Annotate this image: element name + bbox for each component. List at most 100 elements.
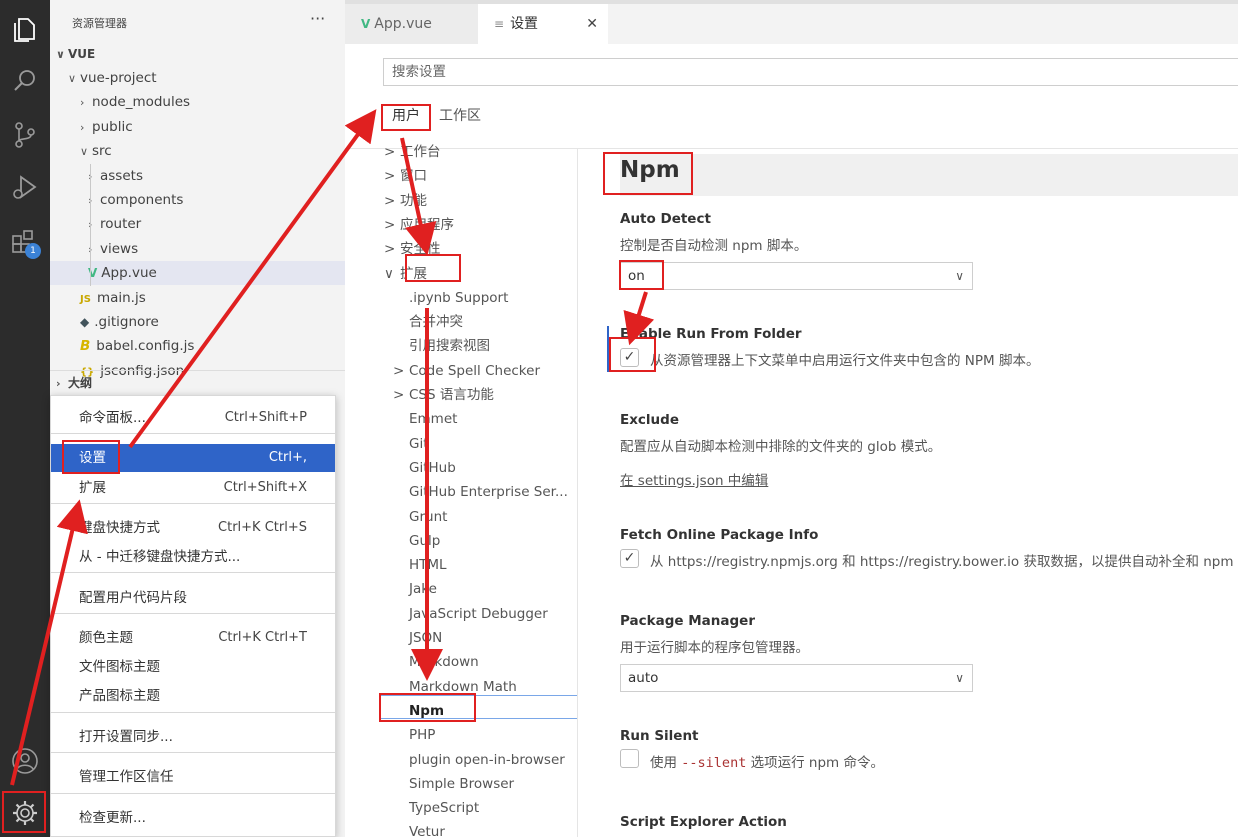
tree-item[interactable]: › public xyxy=(50,115,345,139)
toc-item[interactable]: Markdown xyxy=(409,650,479,674)
run-silent-checkbox[interactable] xyxy=(620,749,639,768)
menu-item[interactable]: 从 - 中迁移键盘快捷方式... xyxy=(51,543,335,571)
toc-item[interactable]: > 应用程序 xyxy=(384,213,454,237)
menu-item[interactable]: 产品图标主题 xyxy=(51,682,335,710)
toc-item-label: GitHub xyxy=(409,459,456,476)
tree-item[interactable]: ›views xyxy=(50,237,345,261)
tree-item[interactable]: ›router xyxy=(50,212,345,236)
toc-item[interactable]: Gulp xyxy=(409,529,440,553)
menu-item[interactable]: 命令面板... Ctrl+Shift+P xyxy=(51,404,335,432)
tree-item[interactable]: ›assets xyxy=(50,164,345,188)
explorer-icon[interactable] xyxy=(10,15,40,45)
tree-item[interactable]: V App.vue xyxy=(50,261,345,286)
toc-item[interactable]: 引用搜索视图 xyxy=(409,334,490,358)
toc-item[interactable]: > 窗口 xyxy=(384,164,427,188)
toc-item-label: 引用搜索视图 xyxy=(409,338,490,355)
tab-workspace-scope[interactable]: 工作区 xyxy=(439,104,481,128)
tree-item[interactable]: JS main.js xyxy=(50,286,345,310)
toc-item[interactable]: > 安全性 xyxy=(384,237,441,261)
run-from-folder-desc: 从资源管理器上下文菜单中启用运行文件夹中包含的 NPM 脚本。 xyxy=(650,353,1040,369)
toc-item[interactable]: TypeScript xyxy=(409,796,479,820)
toc-item[interactable]: PHP xyxy=(409,723,435,747)
menu-item[interactable]: 配置用户代码片段 xyxy=(51,584,335,612)
menu-item-label: 打开设置同步... xyxy=(79,729,173,745)
edit-in-settings-json-link[interactable]: 在 settings.json 中编辑 xyxy=(620,469,768,489)
chevron-down-icon: ∨ xyxy=(80,145,89,159)
outline-section[interactable]: › 大纲 xyxy=(50,370,345,394)
tree-item[interactable]: Bbabel.config.js xyxy=(50,334,345,358)
search-icon[interactable] xyxy=(10,66,40,96)
toc-item[interactable]: > Code Spell Checker xyxy=(393,359,540,383)
account-icon[interactable] xyxy=(10,746,40,776)
menu-item[interactable]: 打开设置同步... xyxy=(51,723,335,751)
menu-separator xyxy=(51,572,335,573)
toc-item-label: CSS 语言功能 xyxy=(409,387,494,403)
source-control-icon[interactable] xyxy=(10,120,40,150)
toc-item[interactable]: Grunt xyxy=(409,505,447,529)
menu-item[interactable]: 设置 Ctrl+, xyxy=(51,444,335,472)
tab-user-scope[interactable]: 用户 xyxy=(392,104,420,128)
toc-item[interactable]: > 功能 xyxy=(384,189,427,213)
menu-separator xyxy=(51,503,335,504)
toc-item[interactable]: > CSS 语言功能 xyxy=(393,383,494,407)
menu-item-label: 从 - 中迁移键盘快捷方式... xyxy=(79,549,241,565)
tree-item-label: views xyxy=(100,240,139,257)
toc-item[interactable]: GitHub Enterprise Ser... xyxy=(409,480,568,504)
toc-item[interactable]: ∨ 扩展 xyxy=(384,262,427,286)
chevron-down-icon: ∨ xyxy=(56,48,65,61)
toc-item[interactable]: > 工作台 xyxy=(384,140,441,164)
tree-item[interactable]: ∨ vue-project xyxy=(50,66,345,90)
run-debug-icon[interactable] xyxy=(10,172,40,202)
toc-item[interactable]: Jake xyxy=(409,577,437,601)
auto-detect-select[interactable]: on ∨ xyxy=(620,262,973,290)
menu-item-label: 颜色主题 xyxy=(79,630,133,646)
run-from-folder-title: Enable Run From Folder xyxy=(620,326,802,342)
menu-item[interactable]: 扩展 Ctrl+Shift+X xyxy=(51,474,335,502)
toc-item[interactable]: plugin open-in-browser xyxy=(409,748,565,772)
toc-item[interactable]: .ipynb Support xyxy=(409,286,508,310)
menu-item-label: 键盘快捷方式 xyxy=(79,520,160,536)
chevron-right-icon: > xyxy=(384,241,396,258)
toc-item-label: TypeScript xyxy=(409,800,480,817)
menu-separator xyxy=(51,613,335,614)
menu-item[interactable]: 管理工作区信任 xyxy=(51,763,335,791)
tree-item[interactable]: › node_modules xyxy=(50,90,345,114)
toc-item[interactable]: JavaScript Debugger xyxy=(409,602,548,626)
tab-settings[interactable]: ≡ 设置 ✕ xyxy=(478,4,608,44)
toc-item[interactable]: 合并冲突 xyxy=(409,310,463,334)
toc-item[interactable]: GitHub xyxy=(409,456,456,480)
more-actions-icon[interactable]: ··· xyxy=(310,9,325,28)
menu-item[interactable]: 检查更新... xyxy=(51,804,335,832)
settings-search-input[interactable]: 搜索设置 xyxy=(383,58,1238,86)
tab-app-vue[interactable]: V App.vue xyxy=(345,4,478,44)
chevron-down-icon: ∨ xyxy=(955,671,964,685)
toc-item-label: .ipynb Support xyxy=(409,289,509,306)
workspace-root[interactable]: ∨ VUE xyxy=(50,42,345,66)
toc-item-label: Markdown Math xyxy=(409,678,517,695)
close-icon[interactable]: ✕ xyxy=(586,4,598,44)
run-from-folder-checkbox[interactable]: ✓ xyxy=(620,348,639,367)
editor-tab-bar: V App.vue ≡ 设置 ✕ xyxy=(345,0,1238,44)
toc-selected-outline xyxy=(380,695,578,719)
toc-item[interactable]: HTML xyxy=(409,553,447,577)
menu-item[interactable]: 文件图标主题 xyxy=(51,653,335,681)
toc-item[interactable]: JSON xyxy=(409,626,442,650)
toc-item-label: plugin open-in-browser xyxy=(409,751,565,768)
toc-item[interactable]: Git xyxy=(409,432,429,456)
menu-item-shortcut: Ctrl+Shift+X xyxy=(223,480,307,495)
manage-gear-icon[interactable] xyxy=(10,798,40,828)
package-manager-select[interactable]: auto ∨ xyxy=(620,664,973,692)
toc-item-label: 应用程序 xyxy=(400,216,454,233)
tree-item[interactable]: ∨ src xyxy=(50,139,345,163)
menu-item[interactable]: 颜色主题 Ctrl+K Ctrl+T xyxy=(51,624,335,652)
tree-item[interactable]: ›components xyxy=(50,188,345,212)
toc-item-label: Emmet xyxy=(409,411,458,428)
fetch-online-checkbox[interactable]: ✓ xyxy=(620,549,639,568)
tree-item[interactable]: ◆ .gitignore xyxy=(50,310,345,334)
toc-item[interactable]: Vetur xyxy=(409,820,445,837)
toc-item[interactable]: Emmet xyxy=(409,407,457,431)
toc-item-label: 功能 xyxy=(400,192,427,209)
menu-item[interactable]: 键盘快捷方式 Ctrl+K Ctrl+S xyxy=(51,514,335,542)
toc-item-label: Git xyxy=(409,435,429,452)
toc-item[interactable]: Simple Browser xyxy=(409,772,514,796)
